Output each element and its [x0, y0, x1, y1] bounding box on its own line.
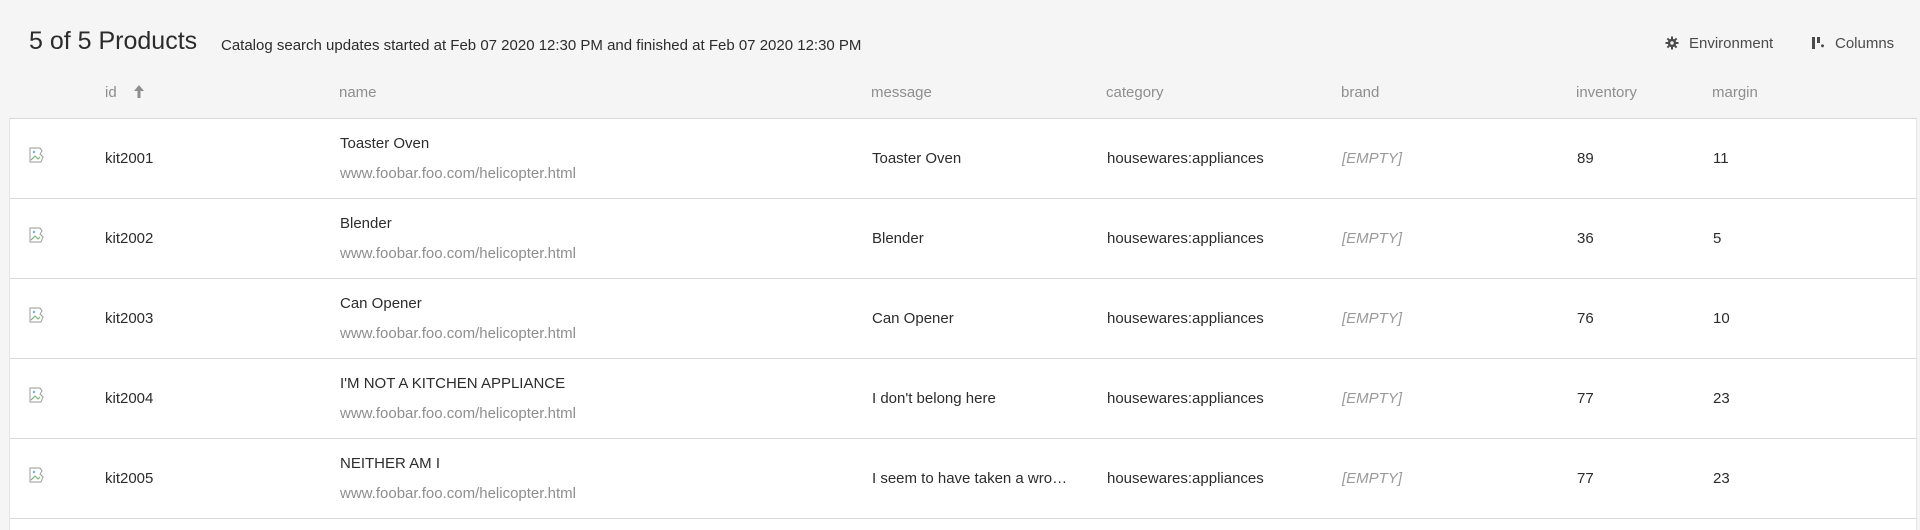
columns-button[interactable]: Columns: [1811, 32, 1894, 54]
cell-message: Blender: [872, 230, 924, 247]
broken-image-icon: [29, 227, 47, 243]
cell-brand: [EMPTY]: [1342, 310, 1403, 327]
broken-image-icon: [29, 467, 47, 483]
cell-margin: 5: [1713, 230, 1722, 247]
page-title: 5 of 5 Products: [29, 27, 198, 55]
table-row[interactable]: kit2003 Can Opener www.foobar.foo.com/he…: [10, 279, 1916, 359]
broken-image-icon: [29, 147, 47, 163]
cell-id: kit2002: [105, 230, 154, 247]
column-header-message[interactable]: message: [871, 84, 932, 101]
environment-label: Environment: [1689, 34, 1774, 52]
catalog-status-text: Catalog search updates started at Feb 07…: [221, 37, 862, 54]
cell-message: Toaster Oven: [872, 150, 962, 167]
gear-icon: [1665, 36, 1679, 50]
arrow-up-icon[interactable]: [133, 84, 145, 105]
column-header-id[interactable]: id: [105, 84, 117, 101]
cell-margin: 10: [1713, 310, 1730, 327]
column-header-brand[interactable]: brand: [1341, 84, 1379, 101]
cell-category: housewares:appliances: [1107, 310, 1264, 327]
cell-message: I don't belong here: [872, 390, 996, 407]
table-row[interactable]: kit2004 I'M NOT A KITCHEN APPLIANCE www.…: [10, 359, 1916, 439]
cell-brand: [EMPTY]: [1342, 390, 1403, 407]
cell-category: housewares:appliances: [1107, 390, 1264, 407]
environment-button[interactable]: Environment: [1665, 32, 1773, 54]
columns-label: Columns: [1835, 34, 1895, 52]
table-row[interactable]: kit2005 NEITHER AM I www.foobar.foo.com/…: [10, 439, 1916, 519]
cell-name: I'M NOT A KITCHEN APPLIANCE: [340, 375, 566, 392]
cell-inventory: 89: [1577, 150, 1594, 167]
cell-id: kit2001: [105, 150, 154, 167]
table-row[interactable]: kit2002 Blender www.foobar.foo.com/helic…: [10, 199, 1916, 279]
column-header-category[interactable]: category: [1106, 84, 1164, 101]
cell-category: housewares:appliances: [1107, 470, 1264, 487]
cell-url[interactable]: www.foobar.foo.com/helicopter.html: [340, 405, 576, 422]
table-row[interactable]: kit2001 Toaster Oven www.foobar.foo.com/…: [10, 119, 1916, 199]
columns-icon: [1811, 36, 1825, 50]
cell-name: Blender: [340, 215, 392, 232]
products-table: kit2001 Toaster Oven www.foobar.foo.com/…: [9, 118, 1917, 530]
broken-image-icon: [29, 307, 47, 323]
cell-brand: [EMPTY]: [1342, 230, 1403, 247]
cell-inventory: 77: [1577, 470, 1594, 487]
cell-id: kit2005: [105, 470, 154, 487]
cell-category: housewares:appliances: [1107, 230, 1264, 247]
broken-image-icon: [29, 387, 47, 403]
header: 5 of 5 Products Catalog search updates s…: [0, 0, 1920, 118]
cell-url[interactable]: www.foobar.foo.com/helicopter.html: [340, 325, 576, 342]
cell-margin: 23: [1713, 470, 1730, 487]
cell-name: NEITHER AM I: [340, 455, 441, 472]
cell-margin: 11: [1713, 150, 1729, 167]
cell-inventory: 76: [1577, 310, 1594, 327]
cell-url[interactable]: www.foobar.foo.com/helicopter.html: [340, 245, 576, 262]
cell-url[interactable]: www.foobar.foo.com/helicopter.html: [340, 165, 576, 182]
cell-category: housewares:appliances: [1107, 150, 1264, 167]
cell-id: kit2003: [105, 310, 154, 327]
cell-name: Toaster Oven: [340, 135, 430, 152]
cell-inventory: 77: [1577, 390, 1594, 407]
cell-id: kit2004: [105, 390, 154, 407]
cell-message: Can Opener: [872, 310, 954, 327]
cell-brand: [EMPTY]: [1342, 470, 1403, 487]
cell-margin: 23: [1713, 390, 1730, 407]
cell-message: I seem to have taken a wro…: [872, 470, 1068, 487]
column-header-inventory[interactable]: inventory: [1576, 84, 1637, 101]
cell-brand: [EMPTY]: [1342, 150, 1403, 167]
cell-name: Can Opener: [340, 295, 422, 312]
column-header-margin[interactable]: margin: [1712, 84, 1758, 101]
cell-url[interactable]: www.foobar.foo.com/helicopter.html: [340, 485, 576, 502]
cell-inventory: 36: [1577, 230, 1594, 247]
column-header-name[interactable]: name: [339, 84, 377, 101]
